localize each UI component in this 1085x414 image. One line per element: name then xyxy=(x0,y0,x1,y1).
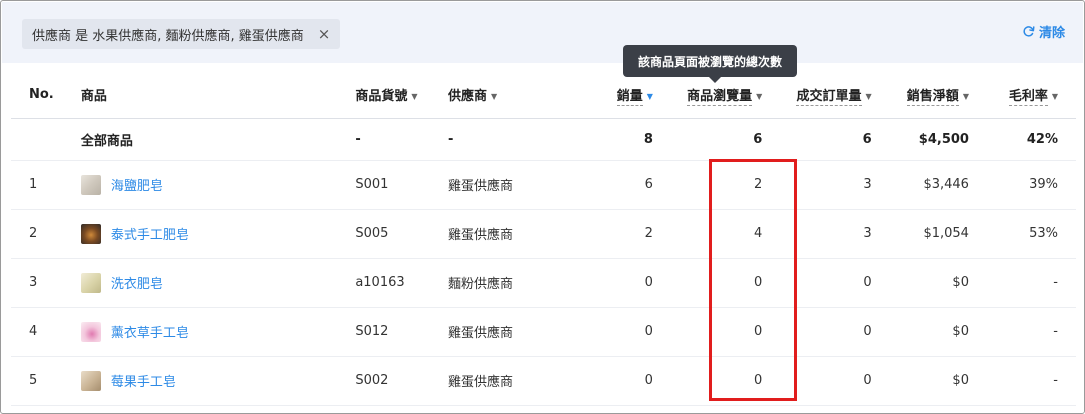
refresh-icon xyxy=(1023,26,1035,37)
product-link[interactable]: 薰衣草手工皂 xyxy=(111,322,189,341)
product-link[interactable]: 海鹽肥皂 xyxy=(111,175,163,194)
sort-caret-icon[interactable]: ▼ xyxy=(756,92,762,101)
table-row: 2 泰式手工肥皂 S005 雞蛋供應商 2 4 3 $1,054 53% xyxy=(11,209,1076,258)
sort-caret-icon[interactable]: ▼ xyxy=(491,92,497,101)
table-row: 3 洗衣肥皂 a10163 麵粉供應商 0 0 0 $0 - xyxy=(11,258,1076,307)
product-thumbnail xyxy=(80,370,101,391)
summary-label: 全部商品 xyxy=(80,133,133,149)
col-header-sku[interactable]: 商品貨號 ▼ xyxy=(355,72,448,119)
product-link[interactable]: 莓果手工皂 xyxy=(111,371,176,390)
sort-caret-icon[interactable]: ▼ xyxy=(647,92,653,101)
col-header-no: No. xyxy=(11,72,81,119)
product-thumbnail xyxy=(80,272,101,293)
col-header-supplier[interactable]: 供應商 ▼ xyxy=(447,72,554,119)
summary-row: 全部商品 - - 8 6 6 $4,500 42% xyxy=(11,118,1076,160)
col-header-net-sales[interactable]: 銷售淨額 ▼ xyxy=(871,72,969,119)
clear-filters-button[interactable]: 清除 xyxy=(1022,22,1065,41)
product-thumbnail xyxy=(80,174,101,195)
close-icon[interactable]: × xyxy=(318,26,331,42)
product-thumbnail xyxy=(80,321,101,342)
sort-caret-icon[interactable]: ▼ xyxy=(411,92,417,101)
sort-caret-icon[interactable]: ▼ xyxy=(866,92,872,101)
report-panel: 供應商 是 水果供應商, 麵粉供應商, 雞蛋供應商 × 清除 該商品頁面被瀏覽的… xyxy=(0,0,1085,414)
table-row: 1 海鹽肥皂 S001 雞蛋供應商 6 2 3 $3,446 39% xyxy=(11,160,1076,209)
table-row: 5 莓果手工皂 S002 雞蛋供應商 0 0 0 $0 - xyxy=(11,356,1076,405)
filter-chip-text: 供應商 是 水果供應商, 麵粉供應商, 雞蛋供應商 xyxy=(32,28,304,44)
table-row: 4 薰衣草手工皂 S012 雞蛋供應商 0 0 0 $0 - xyxy=(11,307,1076,356)
table-header-row: No. 商品 商品貨號 ▼ 供應商 ▼ 銷量 ▼ 商品瀏覽量 ▼ 成交訂單量 ▼ 銷售淨額… xyxy=(11,72,1076,119)
col-header-margin[interactable]: 毛利率 ▼ xyxy=(968,72,1076,119)
col-header-product: 商品 xyxy=(80,72,356,119)
col-header-sales[interactable]: 銷量 ▼ xyxy=(553,72,653,119)
clear-label: 清除 xyxy=(1038,26,1065,41)
sort-caret-icon[interactable]: ▼ xyxy=(1052,92,1058,101)
filter-chip-supplier[interactable]: 供應商 是 水果供應商, 麵粉供應商, 雞蛋供應商 × xyxy=(22,19,341,49)
col-header-orders[interactable]: 成交訂單量 ▼ xyxy=(762,72,872,119)
product-sales-table: No. 商品 商品貨號 ▼ 供應商 ▼ 銷量 ▼ 商品瀏覽量 ▼ 成交訂單量 ▼ 銷售淨額… xyxy=(11,72,1076,406)
views-tooltip: 該商品頁面被瀏覽的總次數 xyxy=(623,45,797,83)
product-link[interactable]: 洗衣肥皂 xyxy=(111,273,163,292)
product-link[interactable]: 泰式手工肥皂 xyxy=(111,224,189,243)
sort-caret-icon[interactable]: ▼ xyxy=(963,92,969,101)
filter-bar: 供應商 是 水果供應商, 麵粉供應商, 雞蛋供應商 × 清除 xyxy=(2,2,1083,63)
col-header-views[interactable]: 商品瀏覽量 ▼ xyxy=(652,72,763,119)
product-thumbnail xyxy=(80,223,101,244)
